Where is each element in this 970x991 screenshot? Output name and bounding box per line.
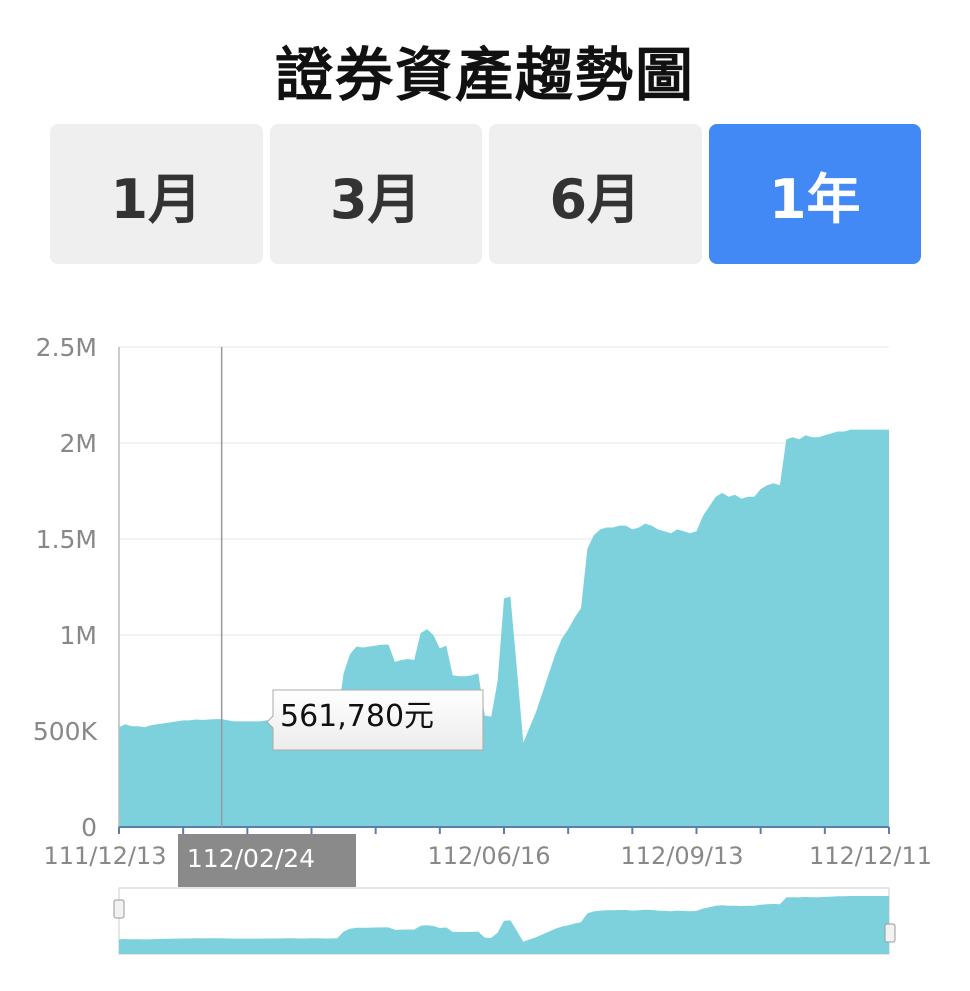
y-tick-label: 2.5M xyxy=(36,333,97,362)
y-tick-label: 1.5M xyxy=(36,525,97,554)
y-tick-label: 1M xyxy=(60,621,97,650)
navigator-left-handle[interactable] xyxy=(113,899,125,919)
x-tick-label: 112/12/11 xyxy=(809,842,932,870)
asset-trend-chart[interactable]: 0 500K 1M 1.5M 2M 2.5M 111/12/13 112/06/16 112/0… xyxy=(0,0,970,991)
crosshair-date-label: 112/02/24 xyxy=(187,844,315,873)
x-tick-label: 112/09/13 xyxy=(620,842,743,870)
y-tick-label: 500K xyxy=(33,717,98,746)
navigator-right-handle[interactable] xyxy=(884,923,896,943)
y-tick-label: 2M xyxy=(60,429,97,458)
x-tick-label: 111/12/13 xyxy=(43,842,166,870)
x-tick-label: 112/06/16 xyxy=(427,842,550,870)
y-tick-label: 0 xyxy=(81,813,97,842)
tooltip-value: 561,780元 xyxy=(280,699,434,734)
value-tooltip: 561,780元 xyxy=(266,689,484,751)
series-area xyxy=(119,429,889,827)
